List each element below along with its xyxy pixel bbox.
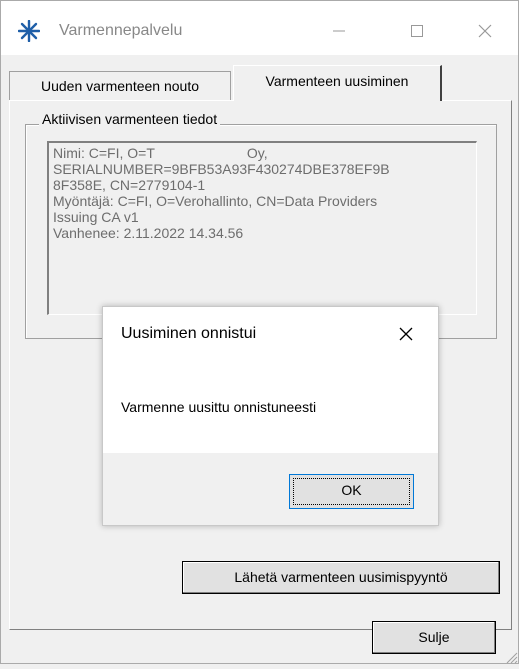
title-bar[interactable]: Varmennepalvelu <box>1 1 518 55</box>
tab-renew-certificate[interactable]: Varmenteen uusiminen <box>233 65 442 101</box>
certificate-line-serial: SERIALNUMBER=9BFB53A93F430274DBE378EF9B <box>53 161 390 178</box>
close-button[interactable]: Sulje <box>372 621 496 654</box>
certificate-group-legend: Aktiivisen varmenteen tiedot <box>39 111 221 127</box>
tab-new-certificate[interactable]: Uuden varmenteen nouto <box>9 71 231 100</box>
maximize-button[interactable] <box>397 18 437 44</box>
dialog-message: Varmenne uusittu onnistuneesti <box>121 399 317 415</box>
dialog-title: Uusiminen onnistui <box>121 325 257 342</box>
certificate-line-serial-cont: 8F358E, CN=2779104-1 <box>53 177 206 194</box>
certificate-line-name: Nimi: C=FI, O=T Oy, <box>53 145 268 162</box>
close-window-button[interactable] <box>465 18 505 44</box>
success-dialog: Uusiminen onnistui Varmenne uusittu onni… <box>102 306 439 526</box>
dialog-close-button[interactable] <box>389 319 423 349</box>
ok-button[interactable]: OK <box>289 474 414 509</box>
minimize-button[interactable] <box>319 18 359 44</box>
resize-grip-icon[interactable] <box>504 650 518 664</box>
app-asterisk-icon <box>17 19 41 43</box>
certificate-line-issuer: Myöntäjä: C=FI, O=Verohallinto, CN=Data … <box>53 193 378 210</box>
ok-focus-rect <box>293 478 410 505</box>
window-title: Varmennepalvelu <box>59 22 183 39</box>
send-renewal-request-button[interactable]: Lähetä varmenteen uusimispyyntö <box>182 561 500 594</box>
certificate-info-textbox[interactable]: Nimi: C=FI, O=T Oy, SERIALNUMBER=9BFB53A9… <box>47 141 477 315</box>
certificate-line-expiry: Vanhenee: 2.11.2022 14.34.56 <box>53 225 244 242</box>
close-icon <box>399 327 413 341</box>
certificate-line-issuer-cont: Issuing CA v1 <box>53 209 139 226</box>
dialog-footer: OK <box>103 453 438 525</box>
